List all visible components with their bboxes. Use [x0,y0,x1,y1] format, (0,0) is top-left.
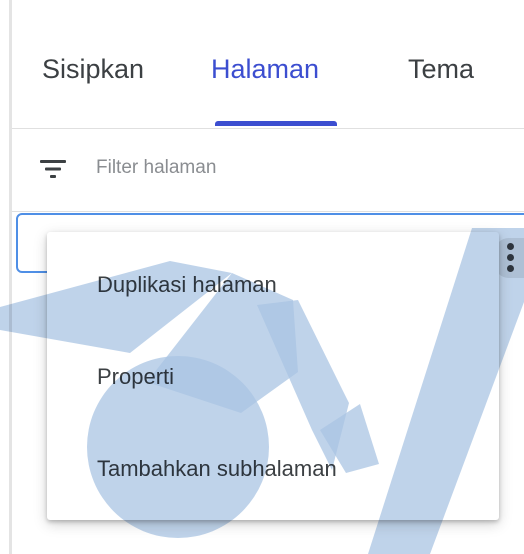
active-tab-indicator [215,121,337,126]
menu-item-label: Tambahkan subhalaman [97,456,337,481]
more-dot [507,265,514,272]
tab-tema[interactable]: Tema [408,54,474,85]
menu-item-label: Properti [97,364,175,389]
menu-item-add-subpage[interactable]: Tambahkan subhalaman [47,426,499,514]
tab-halaman[interactable]: Halaman [211,54,319,85]
menu-item-label: Duplikasi halaman [97,272,277,297]
more-dot [507,254,514,261]
menu-item-duplicate-page[interactable]: Duplikasi halaman [47,242,499,330]
page-context-menu: Duplikasi halaman Properti Tambahkan sub… [47,232,499,520]
filter-bar [12,129,524,212]
menu-item-properties[interactable]: Properti [47,334,499,422]
more-dot [507,243,514,250]
tab-bar: Sisipkan Halaman Tema [12,0,524,129]
filter-pages-input[interactable] [96,153,496,183]
tab-sisipkan[interactable]: Sisipkan [42,54,144,85]
sidebar-panel: Sisipkan Halaman Tema Duplikasi halaman … [0,0,524,554]
filter-icon[interactable] [40,156,66,182]
